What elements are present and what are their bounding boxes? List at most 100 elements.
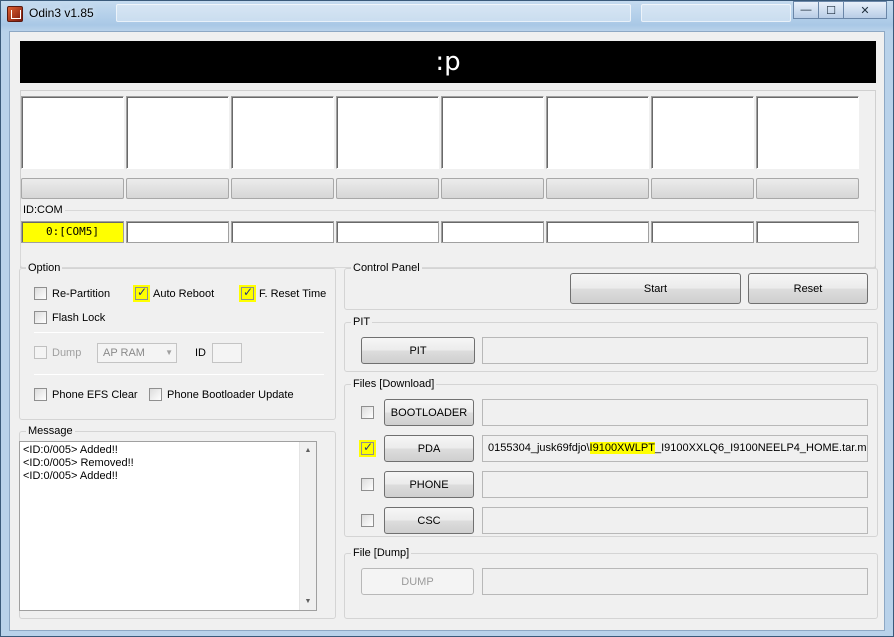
checkbox-box-checked[interactable] <box>133 285 150 302</box>
f-reset-time-checkbox[interactable]: F. Reset Time <box>239 285 327 302</box>
reset-button[interactable]: Reset <box>748 273 868 304</box>
message-scrollbar[interactable]: ▲ ▼ <box>299 442 316 610</box>
bootloader-checkbox[interactable] <box>361 406 379 419</box>
csc-checkbox[interactable] <box>361 514 379 527</box>
dump-button[interactable]: DUMP <box>361 568 474 595</box>
bootloader-button[interactable]: BOOTLOADER <box>384 399 474 426</box>
f-reset-time-label: F. Reset Time <box>259 287 327 300</box>
minimize-button[interactable]: — <box>793 1 819 19</box>
checkbox-box[interactable] <box>361 514 374 527</box>
flash-lock-checkbox[interactable]: Flash Lock <box>34 311 105 324</box>
auto-reboot-checkbox[interactable]: Auto Reboot <box>133 285 215 302</box>
checkbox-box-checked[interactable] <box>239 285 256 302</box>
files-download-group: Files [Download] BOOTLOADER PDA 0155304_… <box>344 378 878 537</box>
com-port-box <box>441 221 544 243</box>
message-lines: <ID:0/005> Added!! <ID:0/005> Removed!! … <box>23 444 134 483</box>
dump-label: Dump <box>52 346 82 359</box>
port-slot <box>651 96 754 169</box>
message-line: <ID:0/005> Removed!! <box>23 457 134 469</box>
files-download-label: Files [Download] <box>351 378 437 390</box>
option-label: Option <box>26 262 63 274</box>
control-panel-group: Control Panel Start Reset <box>344 262 878 310</box>
client-area: :p ID:COM 0:[COM5] Option Re-Partition ✓… <box>9 31 885 631</box>
option-group: Option Re-Partition Auto Reboot F. Reset… <box>19 262 336 420</box>
odin-window: Odin3 v1.85 — ☐ ✕ :p ID:COM 0:[COM5] Opt… <box>0 0 894 637</box>
divider <box>34 332 324 333</box>
re-partition-checkbox[interactable]: Re-Partition <box>34 287 110 300</box>
com-port-box <box>651 221 754 243</box>
com-port-box <box>756 221 859 243</box>
checkbox-box-checked[interactable] <box>359 440 376 457</box>
phone-checkbox[interactable] <box>361 478 379 491</box>
control-panel-label: Control Panel <box>351 262 422 274</box>
background-browser-tabs <box>116 4 631 22</box>
phone-bootloader-update-checkbox[interactable]: Phone Bootloader Update <box>149 388 294 401</box>
port-slot <box>546 96 649 169</box>
progress-bar <box>651 178 754 199</box>
message-line: <ID:0/005> Added!! <box>23 444 118 456</box>
scroll-up-arrow-icon[interactable]: ▲ <box>300 442 316 459</box>
com-port-box <box>231 221 334 243</box>
csc-button[interactable]: CSC <box>384 507 474 534</box>
dump-type-select[interactable]: AP RAM ▼ <box>97 343 177 363</box>
idcom-label: ID:COM <box>21 204 65 216</box>
dump-checkbox[interactable]: Dump <box>34 346 81 359</box>
close-button[interactable]: ✕ <box>843 1 887 19</box>
chevron-down-icon: ▼ <box>165 348 173 357</box>
re-partition-label: Re-Partition <box>52 287 111 300</box>
csc-file-field[interactable] <box>482 507 868 534</box>
title-bar[interactable]: Odin3 v1.85 — ☐ ✕ <box>1 1 893 27</box>
phone-file-field[interactable] <box>482 471 868 498</box>
com-port-box <box>336 221 439 243</box>
pda-path-suffix: _I9100XXLQ6_I9100NEELP4_HOME.tar.md5 <box>654 442 868 454</box>
pda-file-field[interactable]: 0155304_jusk69fdjo\I9100XWLPT_I9100XXLQ6… <box>482 435 868 462</box>
id-label: ID <box>195 347 206 359</box>
checkbox-box[interactable] <box>149 388 162 401</box>
port-slot <box>126 96 229 169</box>
progress-bar <box>756 178 859 199</box>
pit-group: PIT PIT <box>344 316 878 372</box>
checkbox-box[interactable] <box>34 287 47 300</box>
file-dump-group: File [Dump] DUMP <box>344 547 878 619</box>
auto-reboot-label: Auto Reboot <box>153 287 215 300</box>
phone-button[interactable]: PHONE <box>384 471 474 498</box>
bootloader-file-field[interactable] <box>482 399 868 426</box>
phone-efs-clear-label: Phone EFS Clear <box>52 388 138 401</box>
id-input[interactable] <box>212 343 242 363</box>
progress-bar <box>546 178 649 199</box>
port-slot <box>336 96 439 169</box>
checkbox-box[interactable] <box>34 311 47 324</box>
progress-bar <box>126 178 229 199</box>
port-slot <box>21 96 124 169</box>
progress-bar <box>336 178 439 199</box>
window-title: Odin3 v1.85 <box>29 6 94 20</box>
dump-type-value: AP RAM <box>103 347 145 359</box>
scroll-down-arrow-icon[interactable]: ▼ <box>300 593 316 610</box>
message-log[interactable]: <ID:0/005> Added!! <ID:0/005> Removed!! … <box>19 441 317 611</box>
idcom-group: ID:COM 0:[COM5] <box>20 204 876 268</box>
checkbox-box[interactable] <box>361 406 374 419</box>
message-label: Message <box>26 425 75 437</box>
flash-lock-label: Flash Lock <box>52 311 106 324</box>
dump-file-field[interactable] <box>482 568 868 595</box>
progress-bar <box>441 178 544 199</box>
pda-button[interactable]: PDA <box>384 435 474 462</box>
checkbox-box[interactable] <box>361 478 374 491</box>
checkbox-box[interactable] <box>34 346 47 359</box>
phone-bootloader-update-label: Phone Bootloader Update <box>167 388 294 401</box>
pda-path-highlight: I9100XWLPT <box>589 442 655 454</box>
pit-button[interactable]: PIT <box>361 337 475 364</box>
port-slot <box>441 96 544 169</box>
pit-file-field[interactable] <box>482 337 868 364</box>
divider <box>34 374 324 375</box>
message-line: <ID:0/005> Added!! <box>23 470 118 482</box>
maximize-button[interactable]: ☐ <box>818 1 844 19</box>
progress-bar <box>231 178 334 199</box>
pda-path-prefix: 0155304_jusk69fdjo\ <box>488 442 590 454</box>
pit-label: PIT <box>351 316 373 328</box>
start-button[interactable]: Start <box>570 273 741 304</box>
phone-efs-clear-checkbox[interactable]: Phone EFS Clear <box>34 388 138 401</box>
checkbox-box[interactable] <box>34 388 47 401</box>
pda-checkbox[interactable] <box>359 440 379 457</box>
app-icon <box>7 6 23 22</box>
